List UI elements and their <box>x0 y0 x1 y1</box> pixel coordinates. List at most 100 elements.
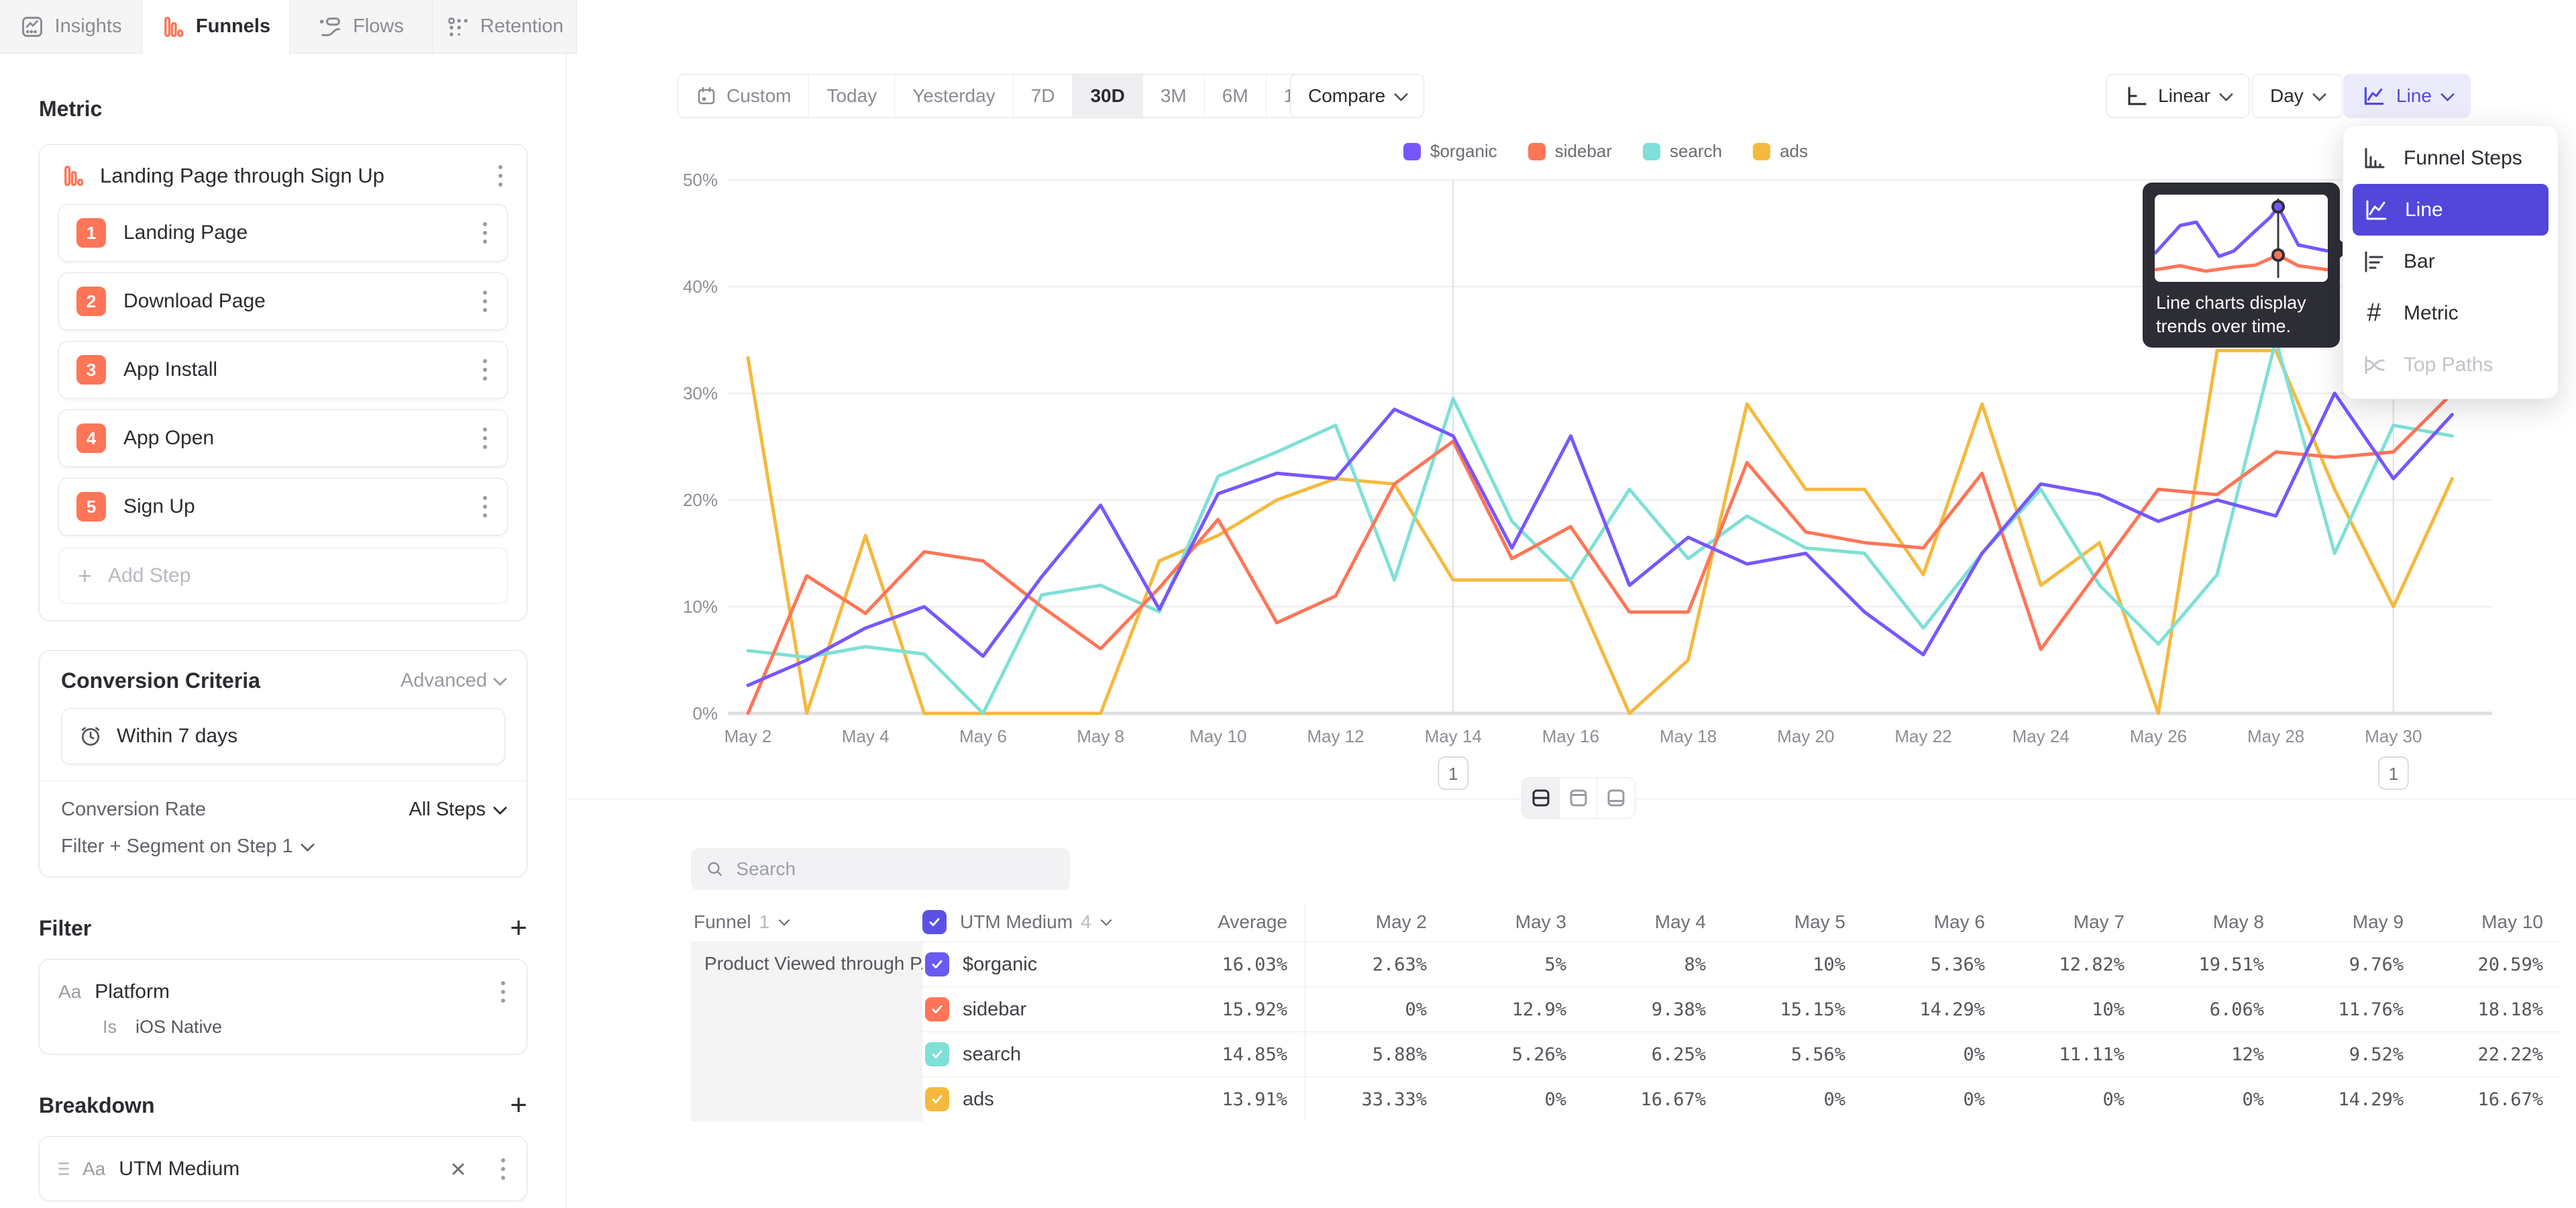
y-tick-label: 30% <box>683 383 718 403</box>
step-menu-button[interactable] <box>480 491 490 523</box>
funnel-column-header[interactable]: Funnel1 <box>691 903 922 942</box>
funnel-step-4[interactable]: 4 App Open <box>58 409 508 467</box>
advanced-dropdown[interactable]: Advanced <box>400 670 505 692</box>
string-type-icon: Aa <box>83 1158 105 1180</box>
series-row-label-organic[interactable]: $organic <box>922 942 1167 987</box>
compare-button[interactable]: Compare <box>1290 74 1424 118</box>
layout-top-panel-button[interactable] <box>1560 778 1597 818</box>
day-column-header: May 3 <box>1444 903 1584 942</box>
drag-handle-icon[interactable] <box>58 1162 69 1175</box>
funnel-steps-icon <box>2361 145 2387 172</box>
bar-chart-icon <box>2361 248 2387 275</box>
range-yesterday[interactable]: Yesterday <box>895 74 1014 117</box>
metric-title-row[interactable]: Landing Page through Sign Up <box>58 161 508 191</box>
search-input[interactable] <box>736 858 1055 880</box>
breakdown-menu-button[interactable] <box>498 1153 508 1185</box>
tab-funnels[interactable]: Funnels <box>142 0 290 54</box>
day-column-header: May 7 <box>2002 903 2142 942</box>
series-row-label-sidebar[interactable]: sidebar <box>922 987 1167 1031</box>
tab-retention[interactable]: Retention <box>433 0 577 54</box>
series-checkbox[interactable] <box>922 910 947 934</box>
y-tick-label: 50% <box>683 170 718 190</box>
x-tick-label: May 28 <box>2247 726 2304 746</box>
menu-item-bar[interactable]: Bar <box>2343 236 2558 287</box>
layout-toggle-group <box>1521 777 1635 819</box>
series-checkbox[interactable] <box>925 1087 949 1111</box>
conversion-criteria-title: Conversion Criteria <box>61 668 260 693</box>
conversion-rate-label: Conversion Rate <box>61 799 206 821</box>
x-tick-label: May 22 <box>1894 726 1951 746</box>
chart-type-dropdown-button[interactable]: Line <box>2343 74 2471 118</box>
day-value: 14.29% <box>1863 987 2002 1031</box>
filter-value[interactable]: iOS Native <box>136 1017 222 1038</box>
granularity-dropdown[interactable]: Day <box>2252 74 2343 118</box>
tab-insights[interactable]: Insights <box>0 0 142 54</box>
all-steps-dropdown[interactable]: All Steps <box>409 799 505 821</box>
range-3m[interactable]: 3M <box>1143 74 1205 117</box>
add-step-button[interactable]: + Add Step <box>58 548 508 604</box>
day-value: 18.18% <box>2421 987 2561 1031</box>
query-builder-sidebar: Metric Landing Page through Sign Up 1 La… <box>0 54 567 1208</box>
step-menu-button[interactable] <box>480 354 490 386</box>
tooltip-preview-chart <box>2155 195 2328 282</box>
step-menu-button[interactable] <box>480 423 490 454</box>
chart-type-tooltip: Line charts display trends over time. <box>2143 183 2340 348</box>
series-row-label-ads[interactable]: ads <box>922 1076 1167 1121</box>
tab-label: Flows <box>353 15 404 38</box>
menu-item-funnel-steps[interactable]: Funnel Steps <box>2343 132 2558 184</box>
day-value: 0% <box>1863 1076 2002 1121</box>
funnel-step-5[interactable]: 5 Sign Up <box>58 478 508 536</box>
scale-label: Linear <box>2158 85 2210 107</box>
day-column-header: May 6 <box>1863 903 2002 942</box>
x-tick-label: May 30 <box>2365 726 2422 746</box>
x-tick-label: May 4 <box>842 726 890 746</box>
day-value: 0% <box>1723 1076 1863 1121</box>
funnel-name-cell[interactable]: Product Viewed through P... <box>691 942 922 1121</box>
scale-dropdown[interactable]: Linear <box>2106 74 2249 118</box>
series-checkbox[interactable] <box>925 997 949 1021</box>
filter-menu-button[interactable] <box>498 976 508 1007</box>
range-30d[interactable]: 30D <box>1073 74 1142 117</box>
plus-icon: + <box>78 562 92 590</box>
funnel-step-2[interactable]: 2 Download Page <box>58 272 508 330</box>
series-checkbox[interactable] <box>925 1042 949 1066</box>
conversion-window-button[interactable]: Within 7 days <box>61 708 505 764</box>
breakdown-column-header[interactable]: UTM Medium4 <box>922 903 1167 942</box>
funnel-step-1[interactable]: 1 Landing Page <box>58 204 508 262</box>
step-menu-button[interactable] <box>480 286 490 317</box>
metric-menu-button[interactable] <box>496 160 505 192</box>
series-checkbox[interactable] <box>925 952 949 976</box>
series-row-label-search[interactable]: search <box>922 1031 1167 1076</box>
layout-bottom-panel-button[interactable] <box>1597 778 1635 818</box>
filter-property[interactable]: Platform <box>95 980 485 1003</box>
filter-segment-dropdown[interactable]: Filter + Segment on Step 1 <box>61 836 505 858</box>
step-menu-button[interactable] <box>480 217 490 249</box>
filter-operator[interactable]: Is <box>103 1017 117 1038</box>
menu-item-line[interactable]: Line <box>2353 184 2548 236</box>
remove-breakdown-icon[interactable] <box>449 1160 468 1178</box>
x-tick-label: May 20 <box>1777 726 1834 746</box>
tab-label: Insights <box>55 15 122 38</box>
day-value: 0% <box>1444 1076 1584 1121</box>
funnel-step-3[interactable]: 3 App Install <box>58 341 508 399</box>
step-number-badge: 1 <box>76 218 106 248</box>
annotation-count: 1 <box>2389 764 2398 784</box>
add-filter-button[interactable]: + <box>510 913 527 943</box>
average-value: 13.91% <box>1167 1076 1305 1121</box>
range-6m[interactable]: 6M <box>1205 74 1267 117</box>
range-7d[interactable]: 7D <box>1014 74 1073 117</box>
range-today[interactable]: Today <box>809 74 895 117</box>
day-value: 0% <box>2002 1076 2142 1121</box>
y-tick-label: 0% <box>692 703 718 723</box>
layout-split-horizontal-button[interactable] <box>1522 778 1560 818</box>
day-value: 11.11% <box>2002 1031 2142 1076</box>
calendar-icon <box>696 85 717 107</box>
tab-label: Retention <box>480 15 564 38</box>
menu-item-metric[interactable]: # Metric <box>2343 287 2558 339</box>
tab-flows[interactable]: Flows <box>290 0 433 54</box>
series-line-search <box>748 340 2452 714</box>
breakdown-property[interactable]: UTM Medium <box>119 1158 435 1180</box>
date-range-picker: CustomTodayYesterday7D30D3M6M12M <box>678 74 1338 118</box>
add-breakdown-button[interactable]: + <box>510 1091 527 1120</box>
range-custom[interactable]: Custom <box>678 74 809 117</box>
